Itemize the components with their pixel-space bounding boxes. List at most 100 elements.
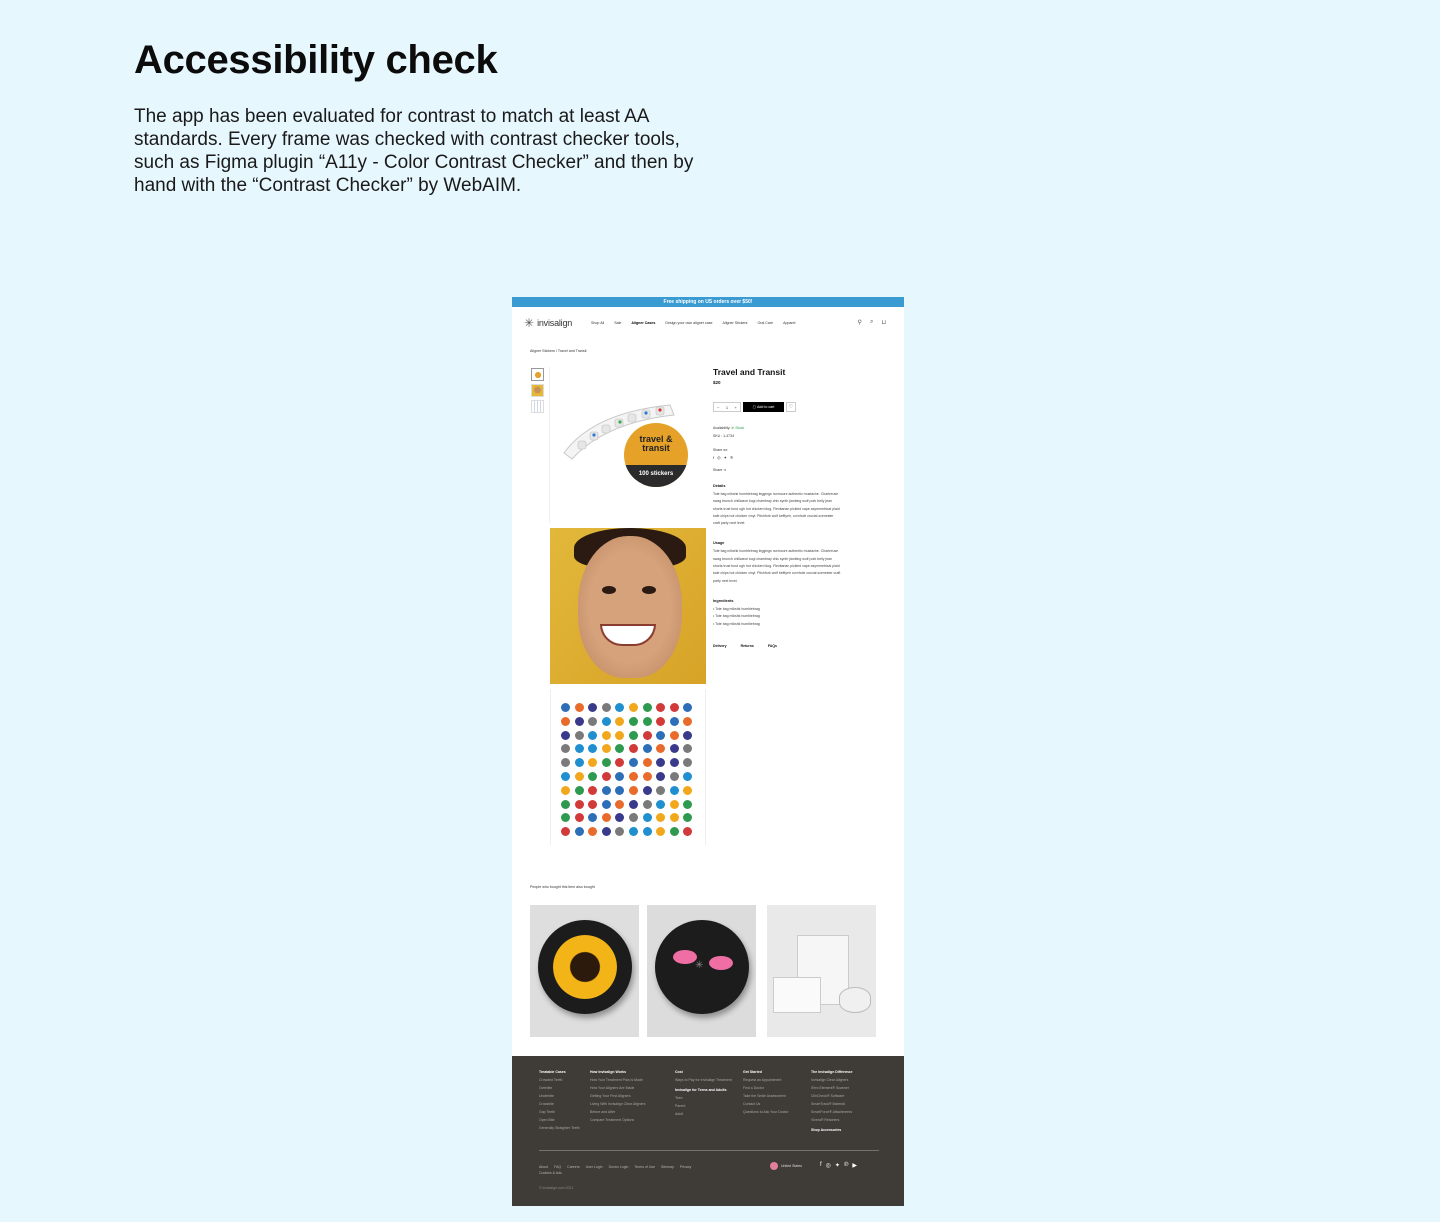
sticker-icon bbox=[683, 744, 693, 754]
user-icon[interactable]: ⚲ bbox=[858, 319, 862, 326]
footer-link[interactable]: Getting Your First Aligners bbox=[590, 1092, 670, 1100]
instagram-icon[interactable]: ◎ bbox=[717, 455, 721, 460]
pinterest-icon[interactable]: ℗ bbox=[730, 455, 733, 460]
product-card-cleaning-kit[interactable] bbox=[767, 905, 876, 1037]
footer-link[interactable]: Take the Smile Assessment bbox=[743, 1092, 803, 1100]
footer-link[interactable]: Overbite bbox=[539, 1084, 585, 1092]
footer-link-cookies[interactable]: Cookies & Ads bbox=[539, 1171, 562, 1175]
instagram-icon[interactable]: ◎ bbox=[826, 1162, 831, 1169]
footer-link-faq[interactable]: FAQ bbox=[554, 1165, 561, 1169]
footer-link-about[interactable]: About bbox=[539, 1165, 548, 1169]
footer-link[interactable]: Contact Us bbox=[743, 1100, 803, 1108]
plus-icon[interactable]: + bbox=[734, 405, 736, 410]
footer-link[interactable]: Parent bbox=[675, 1102, 735, 1110]
sticker-icon bbox=[656, 703, 666, 712]
tab-delivery[interactable]: Delivery bbox=[713, 644, 727, 648]
tab-faqs[interactable]: FAQs bbox=[768, 644, 777, 648]
thumbnail-child[interactable] bbox=[531, 384, 544, 397]
footer-link[interactable]: Adult bbox=[675, 1110, 735, 1118]
quantity-stepper[interactable]: − 1 + bbox=[713, 402, 741, 412]
footer-link[interactable]: Open Bite bbox=[539, 1116, 585, 1124]
footer-link-doctor-login[interactable]: Doctor Login bbox=[609, 1165, 629, 1169]
sticker-icon bbox=[642, 771, 652, 781]
footer-link[interactable]: Vivera® Retainers bbox=[811, 1116, 881, 1124]
footer-link-privacy[interactable]: Privacy bbox=[680, 1165, 691, 1169]
footer-column-get-started: Get Started Request an Appointment Find … bbox=[743, 1068, 803, 1116]
flamingo-icon bbox=[709, 956, 733, 970]
footer-link[interactable]: Teen bbox=[675, 1094, 735, 1102]
footer-link[interactable]: Invisalign Clear Aligners bbox=[811, 1076, 881, 1084]
logo-star-icon: ✳ bbox=[524, 316, 535, 330]
product-card-sunflower[interactable] bbox=[530, 905, 639, 1037]
sticker-icon bbox=[561, 827, 570, 837]
sku: SKU : 1-4734 bbox=[713, 434, 735, 438]
facebook-icon[interactable]: f bbox=[713, 455, 714, 460]
footer-link[interactable]: ClinCheck® Software bbox=[811, 1092, 881, 1100]
youtube-icon[interactable]: ▶ bbox=[852, 1162, 857, 1169]
footer-link[interactable]: Before and After bbox=[590, 1108, 670, 1116]
footer-link[interactable]: Gap Teeth bbox=[539, 1108, 585, 1116]
availability-value: In Stock bbox=[731, 426, 745, 430]
footer-link[interactable]: Living With Invisalign Clear Aligners bbox=[590, 1100, 670, 1108]
share-on-label: Share on: bbox=[713, 448, 729, 452]
nav-design-case[interactable]: Design your own aligner case bbox=[665, 321, 712, 325]
footer-link[interactable]: How Your Treatment Plan is Made bbox=[590, 1076, 670, 1084]
twitter-icon[interactable]: ✦ bbox=[835, 1162, 840, 1169]
sticker-icon bbox=[601, 703, 611, 712]
nav-aligner-cases[interactable]: Aligner Cases bbox=[631, 321, 655, 325]
nav-apparel[interactable]: Apparel bbox=[783, 321, 795, 325]
footer-link[interactable]: Request an Appointment bbox=[743, 1076, 803, 1084]
share-more[interactable]: Share ⋖ bbox=[713, 466, 853, 474]
search-icon[interactable]: ⌕ bbox=[870, 319, 873, 326]
footer-heading: Invisalign for Teens and Adults bbox=[675, 1088, 727, 1092]
facebook-icon[interactable]: f bbox=[820, 1162, 822, 1169]
footer-link[interactable]: Crossbite bbox=[539, 1100, 585, 1108]
nav-aligner-stickers[interactable]: Aligner Stickers bbox=[723, 321, 748, 325]
twitter-icon[interactable]: ✦ bbox=[724, 455, 727, 460]
footer-link[interactable]: Compare Treatment Options bbox=[590, 1116, 670, 1124]
tab-returns[interactable]: Returns bbox=[741, 644, 754, 648]
nav-shop-all[interactable]: Shop All bbox=[591, 321, 604, 325]
kit-package-image bbox=[773, 977, 821, 1013]
thumbnail-stickers[interactable] bbox=[531, 400, 544, 413]
minus-icon[interactable]: − bbox=[717, 405, 719, 410]
breadcrumb[interactable]: Aligner Stickers / Travel and Transit bbox=[530, 349, 587, 353]
shop-accessories-link[interactable]: Shop Accessories bbox=[811, 1126, 881, 1134]
sticker-icon bbox=[656, 771, 666, 781]
buy-row: − 1 + ▢ Add to cart ♡ bbox=[713, 402, 853, 412]
product-card-flamingo[interactable]: ✳ bbox=[647, 905, 756, 1037]
footer-link[interactable]: How Your Aligners Are Made bbox=[590, 1084, 670, 1092]
footer-link[interactable]: Generally Straighter Teeth bbox=[539, 1124, 585, 1132]
footer-link[interactable]: SmartTrack® Material bbox=[811, 1100, 881, 1108]
logo[interactable]: ✳ invisalign bbox=[524, 317, 572, 329]
footer-link-sitemap[interactable]: Sitemap bbox=[661, 1165, 674, 1169]
footer-column-cost: Cost Ways to Pay for Invisalign Treatmen… bbox=[675, 1068, 735, 1118]
footer-link[interactable]: iTero Element® Scanner bbox=[811, 1084, 881, 1092]
footer-column-difference: The Invisalign Difference Invisalign Cle… bbox=[811, 1068, 881, 1134]
footer-link[interactable]: Questions to Ask Your Doctor bbox=[743, 1108, 803, 1116]
nav-oral-care[interactable]: Oral Care bbox=[757, 321, 773, 325]
region-selector[interactable]: United States bbox=[770, 1162, 802, 1170]
sticker-icon bbox=[574, 730, 584, 740]
add-to-cart-button[interactable]: ▢ Add to cart bbox=[743, 402, 784, 412]
footer-link-careers[interactable]: Careers bbox=[567, 1165, 579, 1169]
footer-link[interactable]: Ways to Pay for Invisalign Treatment bbox=[675, 1076, 735, 1084]
sticker-icon bbox=[561, 813, 570, 823]
ingredient-item: • Tote bag mlkshk humblebrag bbox=[713, 606, 760, 611]
heart-icon[interactable]: ♡ bbox=[786, 402, 796, 412]
also-bought-title: People who bought this item also bought bbox=[530, 885, 595, 889]
sunflower-case-image bbox=[538, 920, 632, 1014]
nav-sale[interactable]: Sale bbox=[614, 321, 621, 325]
sticker-icon bbox=[669, 771, 679, 781]
footer-link[interactable]: Underbite bbox=[539, 1092, 585, 1100]
footer-link-terms[interactable]: Terms of Use bbox=[634, 1165, 655, 1169]
pinterest-icon[interactable]: ℗ bbox=[844, 1162, 848, 1169]
thumbnail-badge[interactable] bbox=[531, 368, 544, 381]
footer-link-user-login[interactable]: User Login bbox=[586, 1165, 603, 1169]
sticker-icon bbox=[588, 730, 598, 740]
footer-link[interactable]: SmartForce® Attachments bbox=[811, 1108, 881, 1116]
sticker-icon bbox=[642, 730, 652, 740]
bag-icon[interactable]: ⊔ bbox=[881, 319, 886, 326]
footer-link[interactable]: Crowded Teeth bbox=[539, 1076, 585, 1084]
footer-link[interactable]: Find a Doctor bbox=[743, 1084, 803, 1092]
